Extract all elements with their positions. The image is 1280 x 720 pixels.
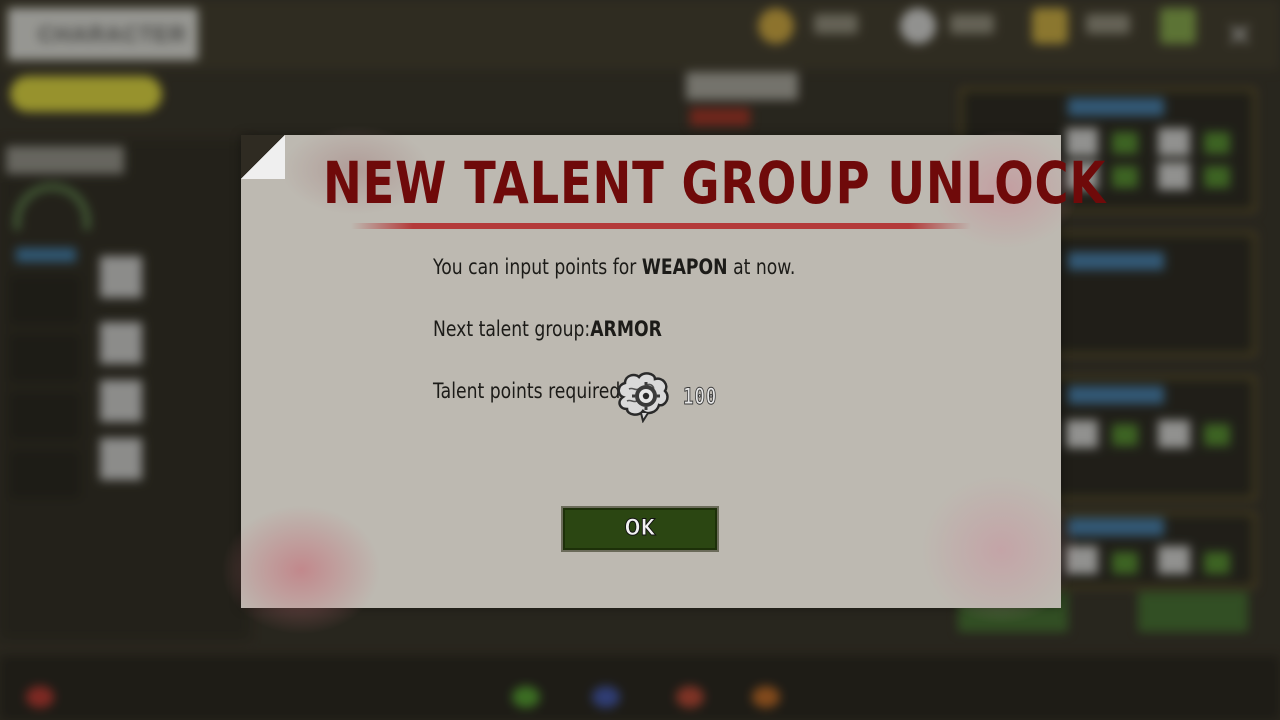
next-group-name: ARMOR <box>590 317 662 341</box>
talent-unlock-dialog: NEW TALENT GROUP UNLOCK You can input po… <box>221 125 1107 635</box>
next-group-label: Next talent group: <box>433 317 591 341</box>
unlocked-group-name: WEAPON <box>641 255 728 279</box>
points-required-label: Talent points required: <box>433 379 627 403</box>
title-underline <box>351 223 971 229</box>
dialog-title: NEW TALENT GROUP UNLOCK <box>323 149 1107 217</box>
unlock-message: You can input points for WEAPON at now. <box>433 255 795 279</box>
unlock-message-prefix: You can input points for <box>433 255 642 279</box>
brain-gear-icon <box>617 372 669 423</box>
ok-button[interactable]: OK <box>561 506 719 552</box>
paper-stain <box>921 475 1081 625</box>
page-curl-corner <box>241 135 285 179</box>
next-group-message: Next talent group:ARMOR <box>433 317 662 341</box>
unlock-message-suffix: at now. <box>727 255 796 279</box>
ok-button-label: OK <box>624 516 656 542</box>
points-required-value: 100 <box>683 385 718 411</box>
